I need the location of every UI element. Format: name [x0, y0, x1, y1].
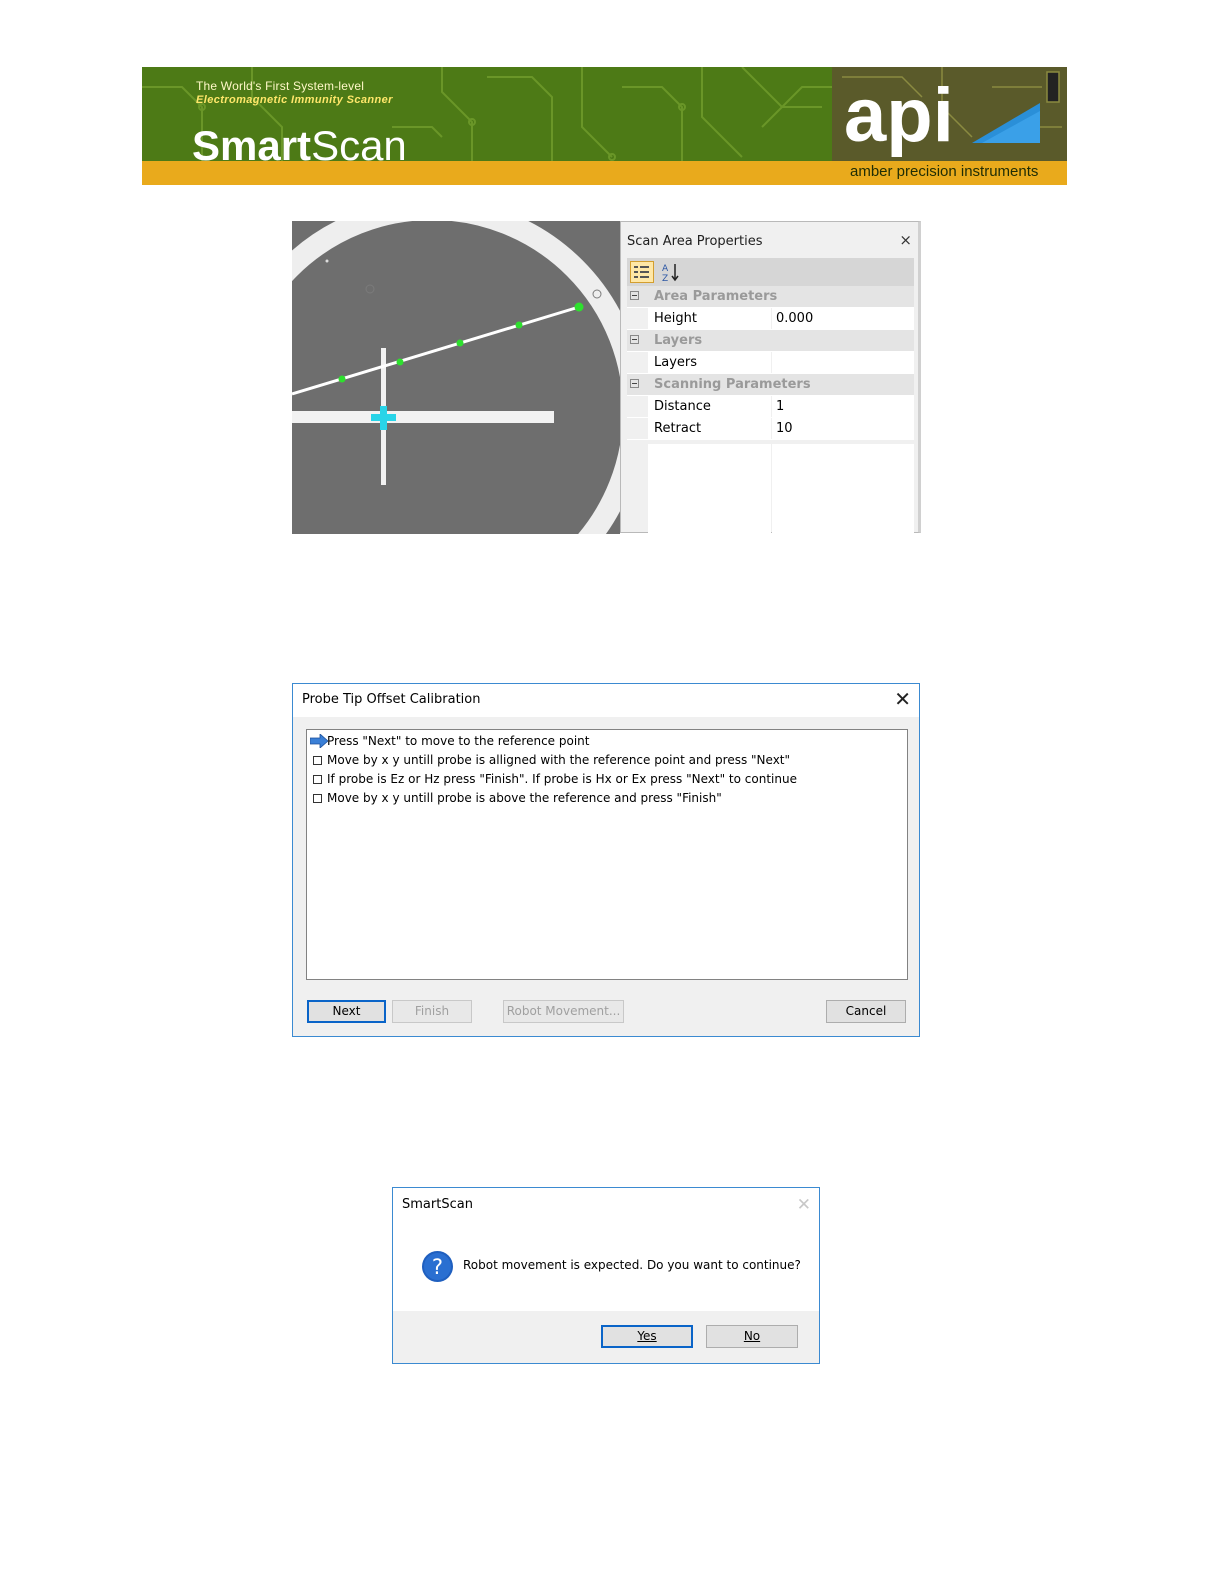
- property-row-height[interactable]: Height 0.000: [627, 308, 914, 330]
- finish-button[interactable]: Finish: [392, 1000, 472, 1023]
- close-icon[interactable]: ✕: [797, 1193, 811, 1217]
- property-name: Height: [648, 308, 771, 329]
- yes-button[interactable]: Yes: [601, 1325, 693, 1348]
- category-area-parameters[interactable]: Area Parameters: [627, 286, 914, 308]
- panel-title: Scan Area Properties: [627, 234, 763, 249]
- dialog-title: Probe Tip Offset Calibration: [302, 692, 481, 707]
- scan-area-properties-panel: Scan Area Properties × AZ Area Parameter…: [620, 221, 921, 534]
- collapse-icon[interactable]: [630, 291, 639, 300]
- collapse-icon[interactable]: [630, 335, 639, 344]
- banner-tagline-line2: Electromagnetic Immunity Scanner: [196, 94, 393, 106]
- brand-regular-part: Scan: [311, 122, 407, 169]
- property-grid-empty-area: [627, 444, 914, 534]
- step-text: Move by x y untill probe is alligned wit…: [327, 753, 791, 767]
- cancel-button[interactable]: Cancel: [826, 1000, 906, 1023]
- question-icon: ?: [422, 1251, 453, 1282]
- collapse-icon[interactable]: [630, 379, 639, 388]
- calibration-steps-list: Press "Next" to move to the reference po…: [306, 729, 908, 980]
- svg-text:?: ?: [432, 1255, 443, 1279]
- category-layers[interactable]: Layers: [627, 330, 914, 352]
- dialog-title: SmartScan: [402, 1197, 473, 1212]
- camera-view[interactable]: [292, 221, 620, 534]
- svg-text:A: A: [662, 264, 669, 274]
- step-checkbox: [313, 775, 322, 784]
- property-name: Layers: [648, 352, 771, 373]
- panel-close-icon[interactable]: ×: [899, 231, 912, 249]
- scan-area-screenshot: Scan Area Properties × AZ Area Parameter…: [292, 221, 922, 534]
- property-row-distance[interactable]: Distance 1: [627, 396, 914, 418]
- company-name: amber precision instruments: [850, 163, 1039, 180]
- step-checkbox: [313, 794, 322, 803]
- property-row-layers[interactable]: Layers: [627, 352, 914, 374]
- smartscan-confirm-dialog: SmartScan ✕ ? Robot movement is expected…: [392, 1187, 820, 1364]
- no-button[interactable]: No: [706, 1325, 798, 1348]
- svg-text:Z: Z: [662, 274, 668, 283]
- categorized-view-icon[interactable]: [630, 261, 654, 283]
- property-value[interactable]: [772, 352, 914, 373]
- next-button[interactable]: Next: [307, 1000, 386, 1023]
- step-checkbox: [313, 756, 322, 765]
- step-text: Move by x y untill probe is above the re…: [327, 791, 722, 805]
- robot-movement-button[interactable]: Robot Movement...: [503, 1000, 624, 1023]
- property-name: Retract: [648, 418, 771, 439]
- category-label: Layers: [654, 333, 703, 348]
- api-logo: api: [844, 73, 1040, 158]
- property-value[interactable]: 0.000: [772, 308, 914, 329]
- property-value[interactable]: 1: [772, 396, 914, 417]
- property-row-retract[interactable]: Retract 10: [627, 418, 914, 440]
- property-grid: Area Parameters Height 0.000 Layers Laye…: [627, 286, 914, 440]
- api-logo-text: api: [844, 73, 954, 158]
- category-label: Area Parameters: [654, 289, 778, 304]
- property-value[interactable]: 10: [772, 418, 914, 439]
- banner-tagline-line1: The World's First System-level: [196, 79, 365, 93]
- confirm-message: Robot movement is expected. Do you want …: [463, 1258, 801, 1272]
- category-label: Scanning Parameters: [654, 377, 811, 392]
- brand-wordmark: SmartScan: [192, 123, 407, 169]
- property-toolbar: AZ: [627, 258, 914, 287]
- property-name: Distance: [648, 396, 771, 417]
- category-scanning-parameters[interactable]: Scanning Parameters: [627, 374, 914, 396]
- step-text: If probe is Ez or Hz press "Finish". If …: [327, 772, 797, 786]
- current-step-arrow-icon: [310, 734, 328, 748]
- no-label: No: [743, 1329, 761, 1343]
- smartscan-banner: The World's First System-level Electroma…: [142, 67, 1067, 185]
- brand-bold-part: Smart: [192, 122, 312, 169]
- probe-calibration-dialog: Probe Tip Offset Calibration ✕ Press "Ne…: [292, 683, 920, 1037]
- alphabetical-sort-icon[interactable]: AZ: [659, 261, 681, 284]
- yes-label: Yes: [637, 1329, 657, 1343]
- close-icon[interactable]: ✕: [894, 687, 911, 711]
- step-text: Press "Next" to move to the reference po…: [327, 734, 590, 748]
